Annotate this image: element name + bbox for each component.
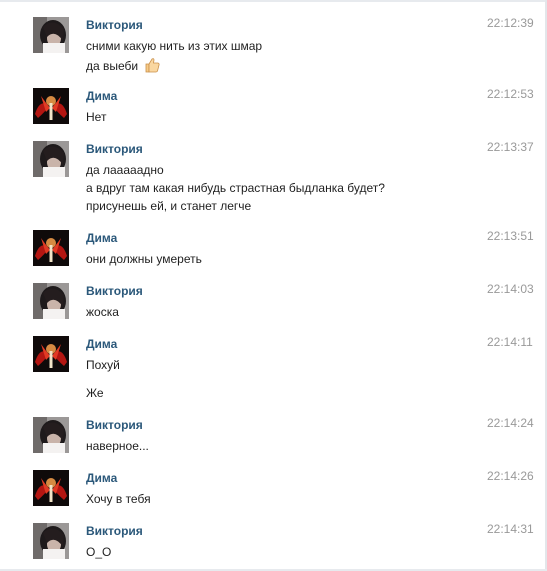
girl-avatar[interactable] [33, 283, 69, 319]
message-author[interactable]: Дима [86, 231, 117, 245]
top-divider [0, 0, 547, 2]
message-text: Хочу в тебя [86, 492, 151, 506]
message-text: О_О [86, 545, 112, 559]
girl-avatar[interactable] [33, 417, 69, 453]
message-text: Похуй [86, 358, 120, 372]
girl-avatar[interactable] [33, 141, 69, 177]
message-time: 22:13:37 [487, 140, 534, 154]
dragon-avatar[interactable] [33, 470, 69, 506]
message-author[interactable]: Виктория [86, 418, 143, 432]
dragon-avatar[interactable] [33, 230, 69, 266]
message-time: 22:12:53 [487, 87, 534, 101]
message-text: да выеби [86, 59, 139, 73]
message-author[interactable]: Виктория [86, 142, 143, 156]
message-author[interactable]: Дима [86, 471, 117, 485]
thumbs-up-icon [144, 57, 160, 73]
message-author[interactable]: Виктория [86, 284, 143, 298]
message-time: 22:14:11 [487, 335, 533, 349]
message-author[interactable]: Дима [86, 337, 117, 351]
dragon-avatar[interactable] [33, 88, 69, 124]
message-time: 22:14:26 [487, 469, 534, 483]
message-text: а вдруг там какая нибудь страстная быдла… [86, 181, 385, 195]
message-text: сними какую нить из этих шмар [86, 39, 263, 53]
message-text: они должны умереть [86, 252, 202, 266]
message-time: 22:14:31 [487, 522, 534, 536]
message-time: 22:12:39 [487, 16, 534, 30]
message-text: жоска [86, 305, 119, 319]
message-time: 22:13:51 [487, 229, 534, 243]
message-time: 22:14:24 [487, 416, 534, 430]
message-text: наверное... [86, 439, 149, 453]
message-author[interactable]: Дима [86, 89, 117, 103]
message-author[interactable]: Виктория [86, 18, 143, 32]
message-text: присунешь ей, и станет легче [86, 199, 252, 213]
girl-avatar[interactable] [33, 17, 69, 53]
message-text: Нет [86, 110, 107, 124]
girl-avatar[interactable] [33, 523, 69, 559]
message-text: да лааааадно [86, 163, 164, 177]
message-author[interactable]: Виктория [86, 524, 143, 538]
message-text: Же [86, 386, 104, 400]
message-time: 22:14:03 [487, 282, 534, 296]
dragon-avatar[interactable] [33, 336, 69, 372]
message-text-with-emoji: да выеби [86, 57, 160, 73]
